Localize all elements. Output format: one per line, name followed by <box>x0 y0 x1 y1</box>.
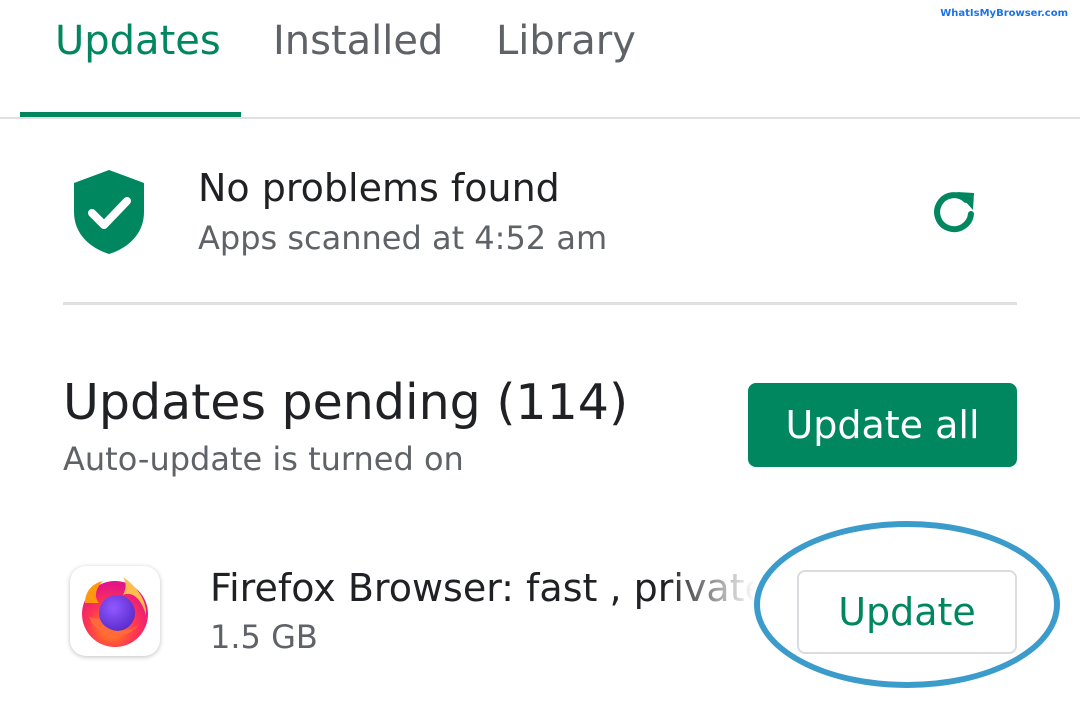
update-app-button[interactable]: Update <box>797 570 1017 654</box>
update-all-button[interactable]: Update all <box>748 383 1017 467</box>
app-name: Firefox Browser: fast , private & safe w… <box>210 566 755 610</box>
tab-divider <box>0 117 1080 119</box>
refresh-icon[interactable] <box>926 184 982 240</box>
scan-status-title: No problems found <box>198 166 560 210</box>
section-divider <box>63 302 1017 305</box>
firefox-icon <box>82 577 148 647</box>
tab-updates[interactable]: Updates <box>55 18 221 64</box>
shield-check-icon <box>74 170 144 254</box>
auto-update-status: Auto-update is turned on <box>63 440 464 478</box>
app-size: 1.5 GB <box>210 618 318 656</box>
tab-installed[interactable]: Installed <box>273 18 443 64</box>
app-icon-container <box>70 566 160 656</box>
scan-status-subtitle: Apps scanned at 4:52 am <box>198 219 608 257</box>
pending-updates-title: Updates pending (114) <box>63 374 629 431</box>
tab-bar: Updates Installed Library <box>0 0 1080 119</box>
tab-library[interactable]: Library <box>496 18 636 64</box>
